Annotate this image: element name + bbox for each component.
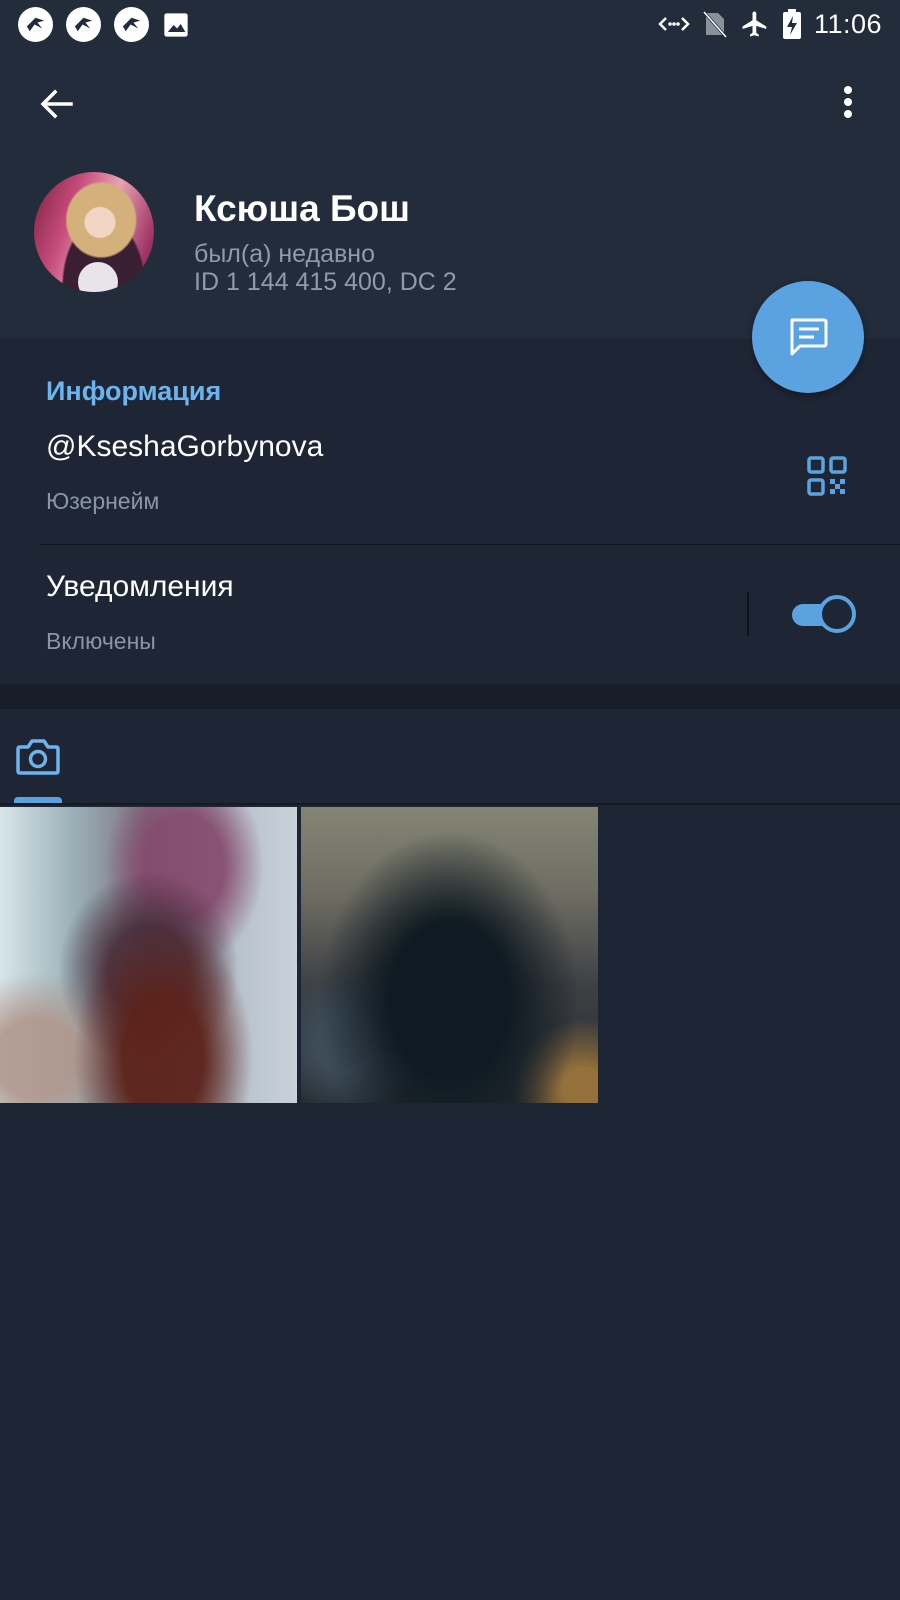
qr-code-icon[interactable] xyxy=(807,456,847,496)
profile-name: Ксюша Бош xyxy=(194,188,411,229)
back-arrow-icon[interactable] xyxy=(38,86,74,122)
camera-icon[interactable] xyxy=(14,733,62,781)
username-caption: Юзернейм xyxy=(46,488,160,514)
last-seen-status: был(а) недавно xyxy=(194,240,376,268)
avatar[interactable] xyxy=(34,172,154,292)
tabs-divider xyxy=(0,803,900,805)
notifications-caption: Включены xyxy=(46,628,156,654)
notifications-toggle[interactable] xyxy=(790,595,858,633)
app-notification-icon xyxy=(18,7,53,42)
data-saver-icon xyxy=(658,17,690,31)
shared-media-tabs xyxy=(0,709,900,804)
section-gap xyxy=(0,684,900,709)
message-icon xyxy=(790,318,828,356)
media-grid xyxy=(0,807,900,1107)
username-value[interactable]: @KseshaGorbynova xyxy=(46,430,323,464)
battery-charging-icon xyxy=(782,9,801,39)
app-notification-icon xyxy=(66,7,101,42)
no-sim-icon xyxy=(702,11,728,38)
media-thumbnail[interactable] xyxy=(0,807,297,1103)
app-notification-icon xyxy=(114,7,149,42)
notification-icons xyxy=(18,7,190,42)
airplane-mode-icon xyxy=(742,11,767,37)
system-icons: 11:06 xyxy=(658,8,882,40)
notifications-label[interactable]: Уведомления xyxy=(46,570,234,604)
status-bar: 11:06 xyxy=(0,0,900,50)
info-section: Информация @KseshaGorbynova Юзернейм Уве… xyxy=(0,338,900,684)
profile-header: Ксюша Бош был(а) недавно ID 1 144 415 40… xyxy=(0,50,900,338)
image-icon xyxy=(164,13,188,37)
user-id-line: ID 1 144 415 400, DC 2 xyxy=(194,268,457,296)
divider xyxy=(40,544,900,545)
vertical-separator xyxy=(747,592,749,636)
toggle-thumb xyxy=(818,595,856,633)
section-heading: Информация xyxy=(46,376,222,406)
media-thumbnail[interactable] xyxy=(301,807,598,1103)
send-message-button[interactable] xyxy=(752,281,864,393)
more-vert-icon[interactable] xyxy=(836,82,860,122)
clock: 11:06 xyxy=(813,8,882,39)
